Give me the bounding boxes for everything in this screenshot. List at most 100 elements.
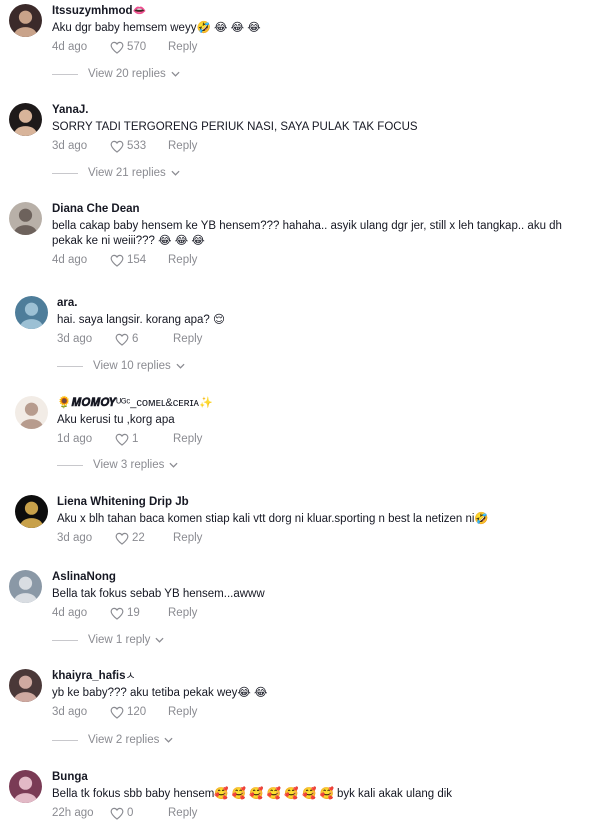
- reply-button[interactable]: Reply: [168, 41, 197, 53]
- chevron-down-icon: [171, 170, 180, 176]
- like-button[interactable]: 0: [110, 807, 168, 820]
- username[interactable]: Itssuzymhmod👄: [52, 4, 582, 18]
- comment-body: Bunga Bella tk fokus sbb baby hensem🥰 🥰 🥰…: [52, 770, 582, 820]
- comment-meta: 4d ago 570 Reply: [52, 40, 582, 54]
- view-replies-button[interactable]: View 21 replies: [52, 167, 180, 179]
- username[interactable]: Diana Che Dean: [52, 202, 582, 216]
- avatar[interactable]: [15, 396, 48, 429]
- comment-meta: 4d ago 19 Reply: [52, 606, 582, 620]
- reply-button[interactable]: Reply: [173, 333, 202, 345]
- heart-icon[interactable]: [115, 532, 129, 545]
- view-replies-label[interactable]: View 3 replies: [93, 459, 164, 471]
- chevron-down-icon: [155, 637, 164, 643]
- like-count: 154: [127, 254, 147, 266]
- view-replies-button[interactable]: View 10 replies: [57, 360, 185, 372]
- username-text[interactable]: khaiyra_hafis: [52, 670, 126, 682]
- heart-icon[interactable]: [110, 140, 124, 153]
- username-text[interactable]: 🌻𝑴𝑶𝑴𝑶𝒀: [57, 397, 116, 409]
- comment-text: yb ke baby??? aku tetiba pekak wey😂 😂: [52, 687, 268, 699]
- reply-button[interactable]: Reply: [168, 706, 197, 718]
- username-text[interactable]: AslinaNong: [52, 571, 116, 583]
- view-replies-button[interactable]: View 1 reply: [52, 634, 164, 646]
- username-badge: ㅅ: [125, 670, 136, 682]
- reply-button[interactable]: Reply: [168, 807, 197, 819]
- comment-body: Diana Che Dean bella cakap baby hensem ke…: [52, 202, 582, 267]
- heart-icon[interactable]: [110, 254, 124, 267]
- avatar[interactable]: [9, 770, 42, 803]
- reply-button[interactable]: Reply: [173, 433, 202, 445]
- username-text[interactable]: Itssuzymhmod: [52, 5, 133, 17]
- avatar[interactable]: [9, 4, 42, 37]
- view-replies-label[interactable]: View 10 replies: [93, 360, 171, 372]
- heart-icon[interactable]: [110, 807, 124, 820]
- comment-meta: 3d ago 533 Reply: [52, 139, 582, 153]
- divider-line: [52, 73, 78, 75]
- avatar[interactable]: [9, 669, 42, 702]
- like-button[interactable]: 19: [110, 607, 168, 620]
- reply-button[interactable]: Reply: [173, 532, 202, 544]
- heart-icon[interactable]: [115, 433, 129, 446]
- comment-meta: 1d ago 1 Reply: [57, 432, 582, 446]
- username-text[interactable]: Bunga: [52, 771, 88, 783]
- like-count: 19: [127, 607, 140, 619]
- username-text[interactable]: Liena Whitening Drip Jb: [57, 496, 189, 508]
- reply-button[interactable]: Reply: [168, 140, 197, 152]
- reply-button[interactable]: Reply: [168, 254, 197, 266]
- like-button[interactable]: 1: [115, 433, 173, 446]
- view-replies-button[interactable]: View 3 replies: [57, 459, 178, 471]
- username[interactable]: khaiyra_hafisㅅ: [52, 669, 582, 683]
- comment-date: 3d ago: [52, 706, 88, 718]
- like-count: 22: [132, 532, 145, 544]
- view-replies-label[interactable]: View 20 replies: [88, 68, 166, 80]
- heart-icon[interactable]: [115, 333, 129, 346]
- comment-meta: 3d ago 6 Reply: [57, 332, 582, 346]
- like-button[interactable]: 533: [110, 140, 168, 153]
- comment-text: bella cakap baby hensem ke YB hensem??? …: [52, 220, 562, 247]
- like-button[interactable]: 22: [115, 532, 173, 545]
- username[interactable]: YanaJ.: [52, 103, 582, 117]
- username-badge: 👄: [132, 5, 147, 17]
- username[interactable]: ara.: [57, 296, 582, 310]
- like-count: 570: [127, 41, 147, 53]
- like-button[interactable]: 6: [115, 333, 173, 346]
- view-replies-label[interactable]: View 21 replies: [88, 167, 166, 179]
- username[interactable]: 🌻𝑴𝑶𝑴𝑶𝒀ᵁᴳᶜ_ᴄᴏᴍᴇʟ&ᴄᴇʀɪᴀ✨: [57, 396, 582, 410]
- reply-button[interactable]: Reply: [168, 607, 197, 619]
- chevron-down-icon: [164, 737, 173, 743]
- comment-date: 4d ago: [52, 254, 88, 266]
- like-count: 1: [132, 433, 139, 445]
- comment-date: 3d ago: [57, 333, 93, 345]
- username[interactable]: AslinaNong: [52, 570, 582, 584]
- like-button[interactable]: 120: [110, 706, 168, 719]
- avatar[interactable]: [9, 202, 42, 235]
- comment-text: hai. saya langsir. korang apa? 😌: [57, 314, 225, 326]
- avatar[interactable]: [9, 570, 42, 603]
- comment-date: 4d ago: [52, 41, 88, 53]
- avatar[interactable]: [15, 495, 48, 528]
- heart-icon[interactable]: [110, 607, 124, 620]
- username[interactable]: Liena Whitening Drip Jb: [57, 495, 582, 509]
- view-replies-label[interactable]: View 2 replies: [88, 734, 159, 746]
- like-count: 0: [127, 807, 134, 819]
- username-text[interactable]: YanaJ.: [52, 104, 88, 116]
- heart-icon[interactable]: [110, 41, 124, 54]
- chevron-down-icon: [171, 71, 180, 77]
- username-text[interactable]: ara.: [57, 297, 77, 309]
- view-replies-button[interactable]: View 20 replies: [52, 68, 180, 80]
- avatar[interactable]: [9, 103, 42, 136]
- comment-body: ara. hai. saya langsir. korang apa? 😌 3d a…: [57, 296, 582, 346]
- like-button[interactable]: 154: [110, 254, 168, 267]
- comment-text: SORRY TADI TERGORENG PERIUK NASI, SAYA P…: [52, 121, 418, 133]
- view-replies-label[interactable]: View 1 reply: [88, 634, 150, 646]
- like-button[interactable]: 570: [110, 41, 168, 54]
- comment-body: YanaJ. SORRY TADI TERGORENG PERIUK NASI, …: [52, 103, 582, 153]
- comment-body: Itssuzymhmod👄 Aku dgr baby hemsem weyy🤣 😂…: [52, 4, 582, 54]
- comment-body: 🌻𝑴𝑶𝑴𝑶𝒀ᵁᴳᶜ_ᴄᴏᴍᴇʟ&ᴄᴇʀɪᴀ✨ Aku kerusi tu ,kor…: [57, 396, 582, 446]
- comment-body: khaiyra_hafisㅅyb ke baby??? aku tetiba p…: [52, 669, 582, 719]
- view-replies-button[interactable]: View 2 replies: [52, 734, 173, 746]
- username-text[interactable]: Diana Che Dean: [52, 203, 140, 215]
- heart-icon[interactable]: [110, 706, 124, 719]
- divider-line: [57, 464, 83, 466]
- avatar[interactable]: [15, 296, 48, 329]
- username[interactable]: Bunga: [52, 770, 582, 784]
